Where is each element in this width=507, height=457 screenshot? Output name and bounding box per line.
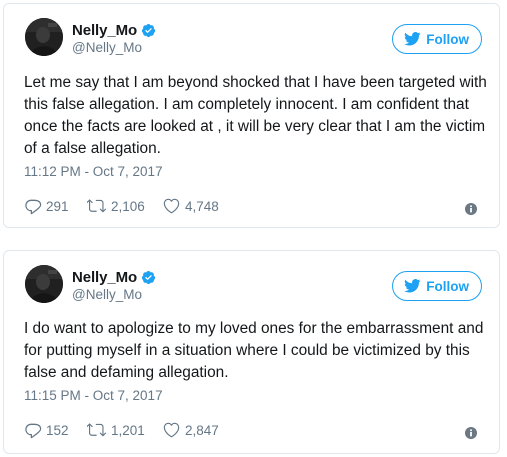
tweet-card[interactable]: Nelly_Mo @Nelly_Mo Follow Let me say tha… bbox=[3, 3, 500, 228]
author-name-row[interactable]: Nelly_Mo bbox=[72, 268, 156, 286]
follow-button[interactable]: Follow bbox=[392, 271, 482, 301]
reply-button[interactable]: 152 bbox=[24, 421, 87, 439]
verified-badge-icon bbox=[141, 270, 156, 284]
retweet-count: 2,106 bbox=[111, 198, 145, 214]
info-icon[interactable] bbox=[465, 427, 477, 439]
reply-icon bbox=[25, 199, 42, 215]
tweet-card[interactable]: Nelly_Mo @Nelly_Mo Follow I do want to a… bbox=[3, 250, 500, 454]
like-heart-icon bbox=[163, 422, 180, 438]
like-button[interactable]: 4,748 bbox=[162, 197, 219, 215]
like-count: 4,748 bbox=[185, 198, 219, 214]
reply-count: 152 bbox=[46, 422, 69, 438]
like-button[interactable]: 2,847 bbox=[162, 421, 219, 439]
tweet-timestamp[interactable]: 11:15 PM - Oct 7, 2017 bbox=[24, 388, 163, 403]
retweet-count: 1,201 bbox=[111, 422, 145, 438]
follow-button[interactable]: Follow bbox=[392, 24, 482, 54]
follow-button-label: Follow bbox=[426, 278, 469, 294]
follow-button-label: Follow bbox=[426, 31, 469, 47]
info-icon[interactable] bbox=[465, 203, 477, 215]
tweet-actions: 152 1,201 2,847 bbox=[24, 419, 219, 441]
tweet-text: Let me say that I am beyond shocked that… bbox=[24, 74, 487, 157]
retweet-button[interactable]: 1,201 bbox=[87, 421, 162, 439]
twitter-bird-icon bbox=[404, 279, 421, 293]
like-heart-icon bbox=[163, 198, 180, 214]
retweet-button[interactable]: 2,106 bbox=[87, 197, 162, 215]
reply-button[interactable]: 291 bbox=[24, 197, 87, 215]
retweet-icon bbox=[87, 423, 107, 437]
avatar[interactable] bbox=[25, 265, 63, 303]
author-display-name[interactable]: Nelly_Mo bbox=[72, 22, 137, 39]
like-count: 2,847 bbox=[185, 422, 219, 438]
tweet-timestamp[interactable]: 11:12 PM - Oct 7, 2017 bbox=[24, 164, 163, 179]
reply-icon bbox=[25, 423, 42, 439]
author-name-row[interactable]: Nelly_Mo bbox=[72, 21, 156, 39]
author-handle[interactable]: @Nelly_Mo bbox=[72, 287, 142, 302]
avatar[interactable] bbox=[25, 18, 63, 56]
tweet-text: I do want to apologize to my loved ones … bbox=[24, 320, 484, 381]
twitter-bird-icon bbox=[404, 32, 421, 46]
author-display-name[interactable]: Nelly_Mo bbox=[72, 269, 137, 286]
reply-count: 291 bbox=[46, 198, 69, 214]
retweet-icon bbox=[87, 199, 107, 213]
tweet-actions: 291 2,106 4,748 bbox=[24, 195, 219, 217]
verified-badge-icon bbox=[141, 23, 156, 37]
author-handle[interactable]: @Nelly_Mo bbox=[72, 40, 142, 55]
